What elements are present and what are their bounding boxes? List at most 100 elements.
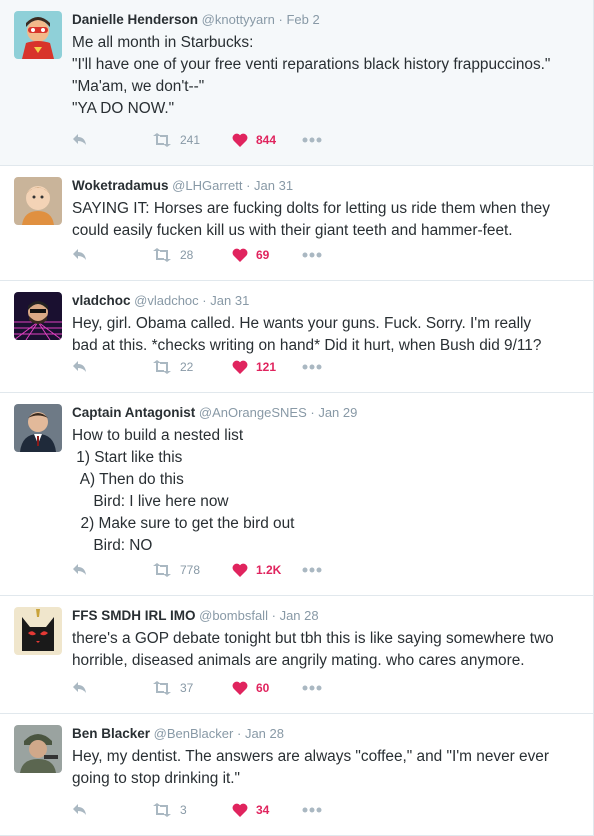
reply-button[interactable] bbox=[72, 681, 152, 695]
retweet-count: 241 bbox=[180, 133, 201, 147]
timestamp[interactable]: Jan 29 bbox=[318, 405, 357, 420]
tweet-text: there's a GOP debate tonight but tbh thi… bbox=[72, 628, 581, 672]
retweet-icon bbox=[153, 803, 171, 817]
tweet[interactable]: Danielle Henderson @knottyyarn · Feb 2 M… bbox=[0, 0, 594, 166]
more-icon bbox=[302, 567, 322, 573]
more-button[interactable] bbox=[302, 807, 322, 813]
avatar[interactable] bbox=[14, 177, 62, 225]
avatar[interactable] bbox=[14, 607, 62, 655]
tweet-text-line: there's a GOP debate tonight but tbh thi… bbox=[72, 630, 554, 647]
tweet-text-line: "Ma'am, we don't--" bbox=[72, 78, 205, 95]
tweet-text-line: How to build a nested list bbox=[72, 427, 244, 444]
heart-icon bbox=[232, 681, 248, 695]
avatar[interactable] bbox=[14, 292, 62, 340]
superhero-cartoon-avatar-icon bbox=[14, 11, 62, 59]
retweet-count: 3 bbox=[180, 803, 187, 817]
reply-icon bbox=[73, 361, 86, 372]
heart-icon bbox=[232, 248, 248, 262]
retweet-button[interactable]: 778 bbox=[152, 563, 232, 577]
tweet-text-line: Bird: NO bbox=[72, 537, 153, 554]
tweet-text: SAYING IT: Horses are fucking dolts for … bbox=[72, 198, 581, 242]
username[interactable]: @LHGarrett bbox=[172, 178, 242, 193]
retweet-count: 778 bbox=[180, 563, 201, 577]
tweet-actions: 37 60 bbox=[72, 679, 322, 697]
tweet[interactable]: FFS SMDH IRL IMO @bombsfall · Jan 28 the… bbox=[0, 596, 594, 714]
display-name[interactable]: Woketradamus bbox=[72, 178, 169, 193]
tweet[interactable]: Woketradamus @LHGarrett · Jan 31 SAYING … bbox=[0, 166, 594, 281]
tweet-text-line: SAYING IT: Horses are fucking dolts for … bbox=[72, 200, 550, 217]
username[interactable]: @bombsfall bbox=[199, 608, 268, 623]
soldier-photo-avatar-icon bbox=[14, 725, 62, 773]
tweet[interactable]: Ben Blacker @BenBlacker · Jan 28 Hey, my… bbox=[0, 714, 594, 836]
timestamp[interactable]: Jan 28 bbox=[245, 726, 284, 741]
retweet-button[interactable]: 37 bbox=[152, 681, 232, 695]
display-name[interactable]: FFS SMDH IRL IMO bbox=[72, 608, 196, 623]
display-name[interactable]: Danielle Henderson bbox=[72, 12, 198, 27]
retweet-button[interactable]: 22 bbox=[152, 360, 232, 374]
tweet-text-line: Bird: I live here now bbox=[72, 493, 229, 510]
retweet-button[interactable]: 241 bbox=[152, 133, 232, 147]
more-button[interactable] bbox=[302, 685, 322, 691]
reply-button[interactable] bbox=[72, 248, 152, 262]
display-name[interactable]: Captain Antagonist bbox=[72, 405, 195, 420]
tweet-text-line: Hey, girl. Obama called. He wants your g… bbox=[72, 315, 532, 332]
reply-icon bbox=[73, 134, 86, 145]
reply-button[interactable] bbox=[72, 803, 152, 817]
more-button[interactable] bbox=[302, 567, 322, 573]
timestamp[interactable]: Jan 31 bbox=[254, 178, 293, 193]
timestamp[interactable]: Jan 31 bbox=[210, 293, 249, 308]
more-button[interactable] bbox=[302, 252, 322, 258]
like-button[interactable]: 60 bbox=[232, 681, 302, 695]
like-button[interactable]: 34 bbox=[232, 803, 302, 817]
retweet-icon bbox=[153, 563, 171, 577]
avatar[interactable] bbox=[14, 404, 62, 452]
display-name[interactable]: vladchoc bbox=[72, 293, 131, 308]
tweet-actions: 241 844 bbox=[72, 131, 322, 149]
reply-icon bbox=[73, 682, 86, 693]
reply-button[interactable] bbox=[72, 133, 152, 147]
username[interactable]: @AnOrangeSNES bbox=[199, 405, 307, 420]
tweet-text-line: Me all month in Starbucks: bbox=[72, 34, 254, 51]
child-photo-avatar-icon bbox=[14, 177, 62, 225]
username[interactable]: @BenBlacker bbox=[154, 726, 234, 741]
reply-button[interactable] bbox=[72, 563, 152, 577]
heart-icon bbox=[232, 563, 248, 577]
like-button[interactable]: 844 bbox=[232, 133, 302, 147]
avatar[interactable] bbox=[14, 11, 62, 59]
reply-button[interactable] bbox=[72, 360, 152, 374]
tweet-actions: 22 121 bbox=[72, 358, 322, 376]
tweet-actions: 28 69 bbox=[72, 246, 322, 264]
like-button[interactable]: 1.2K bbox=[232, 563, 302, 577]
like-count: 60 bbox=[256, 681, 270, 695]
more-button[interactable] bbox=[302, 137, 322, 143]
tweet-text-line: 1) Start like this bbox=[72, 449, 183, 466]
like-count: 69 bbox=[256, 248, 270, 262]
tweet[interactable]: Captain Antagonist @AnOrangeSNES · Jan 2… bbox=[0, 393, 594, 596]
username[interactable]: @vladchoc bbox=[134, 293, 199, 308]
display-name[interactable]: Ben Blacker bbox=[72, 726, 150, 741]
tweet-actions: 3 34 bbox=[72, 801, 322, 819]
neon-grid-avatar-icon bbox=[14, 292, 62, 340]
retweet-count: 22 bbox=[180, 360, 194, 374]
like-button[interactable]: 121 bbox=[232, 360, 302, 374]
retweet-button[interactable]: 3 bbox=[152, 803, 232, 817]
retweet-icon bbox=[153, 133, 171, 147]
like-button[interactable]: 69 bbox=[232, 248, 302, 262]
tweet-text-line: going to stop drinking it." bbox=[72, 770, 241, 787]
black-cat-avatar-icon bbox=[14, 607, 62, 655]
like-count: 844 bbox=[256, 133, 277, 147]
more-button[interactable] bbox=[302, 364, 322, 370]
timestamp[interactable]: Feb 2 bbox=[286, 12, 319, 27]
retweet-button[interactable]: 28 bbox=[152, 248, 232, 262]
reply-icon bbox=[73, 804, 86, 815]
tweet-text: Hey, girl. Obama called. He wants your g… bbox=[72, 313, 581, 357]
tweet-text-line: Hey, my dentist. The answers are always … bbox=[72, 748, 549, 765]
avatar[interactable] bbox=[14, 725, 62, 773]
tweet[interactable]: vladchoc @vladchoc · Jan 31 Hey, girl. O… bbox=[0, 281, 594, 393]
username[interactable]: @knottyyarn bbox=[202, 12, 275, 27]
retweet-icon bbox=[153, 681, 171, 695]
timestamp[interactable]: Jan 28 bbox=[280, 608, 319, 623]
man-in-suit-avatar-icon bbox=[14, 404, 62, 452]
tweet-actions: 778 1.2K bbox=[72, 561, 322, 579]
more-icon bbox=[302, 137, 322, 143]
